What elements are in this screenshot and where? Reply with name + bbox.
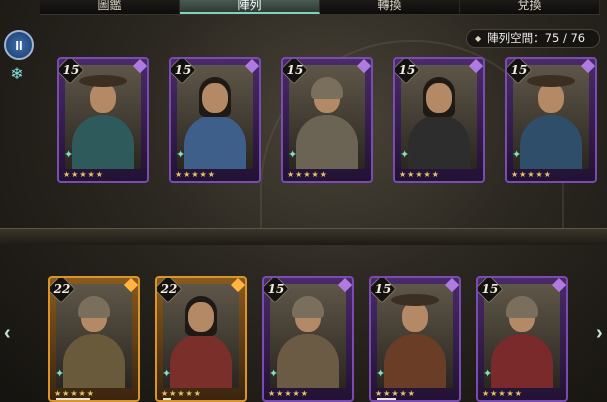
star-rating: ★★★★★ (161, 389, 202, 398)
hero-body (72, 115, 134, 169)
hero-hat (527, 75, 575, 87)
roster-card[interactable]: 22 ✦ ★★★★★ (48, 276, 140, 402)
hero-head (202, 83, 228, 113)
class-emblem-icon: ✦ (400, 149, 410, 161)
star-rating: ★★★★★ (268, 389, 309, 398)
level-number: 15 (398, 63, 416, 77)
class-emblem-icon: ✦ (162, 368, 172, 380)
roster-card[interactable]: 22 ✦ ★★★★★ (155, 276, 247, 402)
hero-helmet (311, 77, 343, 99)
hero-helmet (292, 296, 324, 318)
class-emblem-icon: ✦ (512, 149, 522, 161)
pause-button[interactable]: II (4, 30, 34, 60)
star-rating: ★★★★★ (63, 170, 104, 179)
level-number: 15 (174, 63, 192, 77)
star-rating: ★★★★★ (175, 170, 216, 179)
roster-card[interactable]: 15 ✦ ★★★★★ (262, 276, 354, 402)
star-rating: ★★★★★ (511, 170, 552, 179)
hero-body (384, 334, 446, 388)
hero-head (538, 83, 564, 113)
level-number: 15 (374, 282, 392, 296)
level-number: 22 (160, 282, 178, 296)
level-number: 15 (286, 63, 304, 77)
star-rating: ★★★★★ (375, 389, 416, 398)
scroll-left-arrow[interactable]: ‹ (4, 322, 11, 345)
hero-portrait (65, 65, 141, 169)
roster-card[interactable]: 15 ✦ ★★★★★ (369, 276, 461, 402)
hero-helmet (78, 296, 110, 318)
hero-portrait (56, 284, 132, 388)
scroll-right-arrow[interactable]: › (596, 322, 603, 345)
shelf-divider (0, 228, 607, 245)
hero-hat (391, 294, 439, 306)
capacity-label: 陣列空間： (487, 31, 545, 45)
hero-head (90, 83, 116, 113)
hero-portrait (289, 65, 365, 169)
hero-portrait (270, 284, 346, 388)
level-number: 15 (62, 63, 80, 77)
level-number: 22 (53, 282, 71, 296)
hero-head (426, 83, 452, 113)
hero-head (188, 302, 214, 332)
tab-convert[interactable]: 轉換 (320, 0, 460, 14)
formation-capacity: ◆ 陣列空間： 75 / 76 (466, 29, 600, 48)
level-number: 15 (510, 63, 528, 77)
tab-bar: 圖鑑 陣列 轉換 兌換 (40, 0, 600, 15)
star-rating: ★★★★★ (482, 389, 523, 398)
xp-progress-bar (56, 398, 90, 400)
diamond-icon: ◆ (475, 34, 482, 43)
class-emblem-icon: ✦ (176, 149, 186, 161)
formation-card[interactable]: 15 ✦ ★★★★★ (57, 57, 149, 183)
hero-helmet (506, 296, 538, 318)
level-number: 15 (267, 282, 285, 296)
formation-card[interactable]: 15 ✦ ★★★★★ (393, 57, 485, 183)
hero-head (402, 302, 428, 332)
hero-body (408, 115, 470, 169)
hero-hat (79, 75, 127, 87)
roster-card[interactable]: 15 ✦ ★★★★★ (476, 276, 568, 402)
tab-exchange[interactable]: 兌換 (460, 0, 600, 14)
hero-portrait (513, 65, 589, 169)
hero-body (170, 334, 232, 388)
class-emblem-icon: ✦ (376, 368, 386, 380)
hero-body (491, 334, 553, 388)
class-emblem-icon: ✦ (288, 149, 298, 161)
tab-formation[interactable]: 陣列 (180, 0, 320, 14)
hero-body (277, 334, 339, 388)
snowflake-icon[interactable]: ❄ (8, 66, 26, 84)
hero-portrait (177, 65, 253, 169)
class-emblem-icon: ✦ (55, 368, 65, 380)
star-rating: ★★★★★ (399, 170, 440, 179)
level-number: 15 (481, 282, 499, 296)
class-emblem-icon: ✦ (269, 368, 279, 380)
class-emblem-icon: ✦ (483, 368, 493, 380)
star-rating: ★★★★★ (54, 389, 95, 398)
star-rating: ★★★★★ (287, 170, 328, 179)
class-emblem-icon: ✦ (64, 149, 74, 161)
formation-card[interactable]: 15 ✦ ★★★★★ (505, 57, 597, 183)
xp-progress-bar (377, 398, 396, 400)
formation-card[interactable]: 15 ✦ ★★★★★ (169, 57, 261, 183)
hero-body (520, 115, 582, 169)
hero-portrait (163, 284, 239, 388)
xp-progress-bar (163, 398, 171, 400)
formation-card[interactable]: 15 ✦ ★★★★★ (281, 57, 373, 183)
hero-portrait (484, 284, 560, 388)
tab-collection[interactable]: 圖鑑 (40, 0, 180, 14)
hero-body (296, 115, 358, 169)
hero-portrait (377, 284, 453, 388)
hero-body (63, 334, 125, 388)
hero-body (184, 115, 246, 169)
capacity-value: 75 / 76 (544, 31, 586, 45)
pause-icon: II (15, 37, 23, 53)
hero-portrait (401, 65, 477, 169)
